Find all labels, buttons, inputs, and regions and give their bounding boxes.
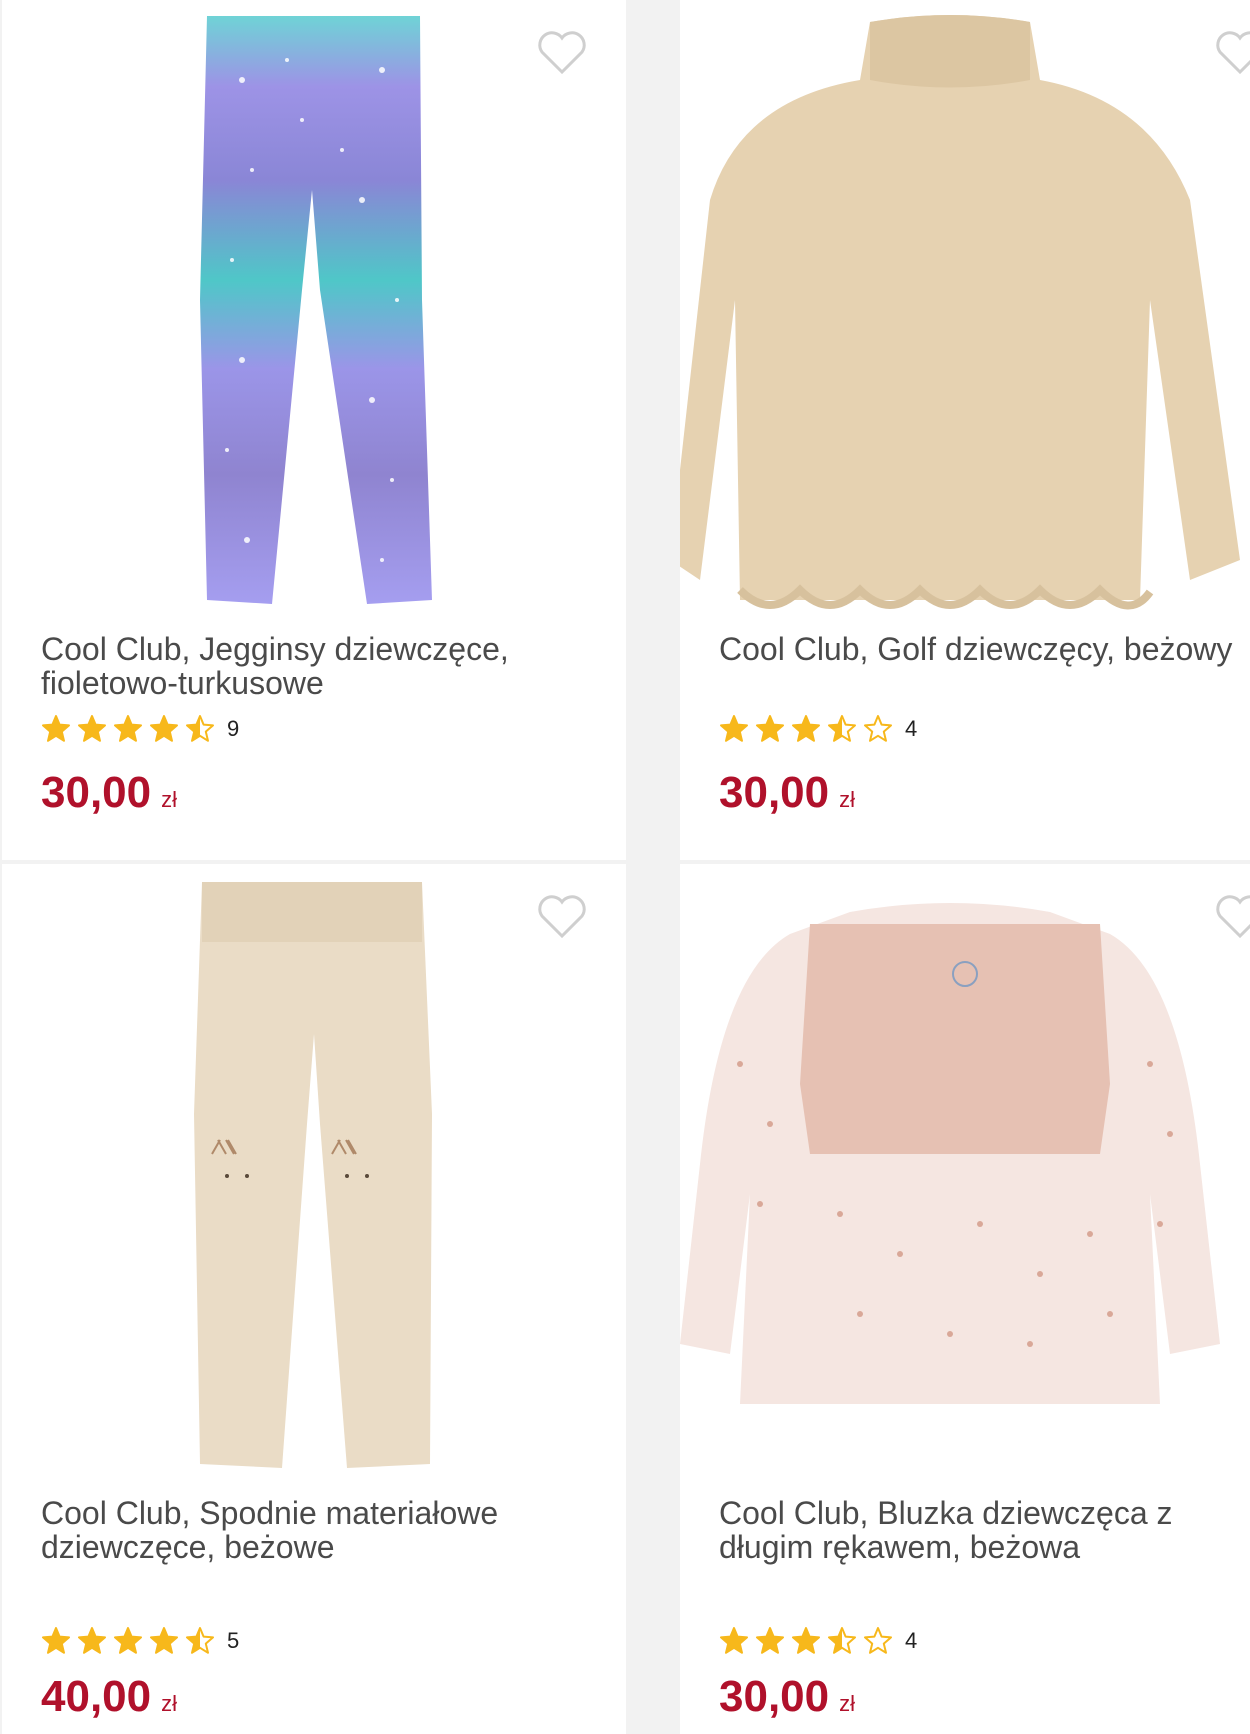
product-title[interactable]: Cool Club, Spodnie materiałowe dziewczęc… — [41, 1496, 581, 1564]
price: 30,00 zł — [719, 768, 855, 818]
review-count: 4 — [905, 716, 918, 741]
star-full-icon — [792, 1627, 820, 1654]
price-currency: zł — [161, 1691, 177, 1716]
price: 30,00 zł — [719, 1672, 855, 1722]
star-full-icon — [720, 715, 748, 742]
product-title[interactable]: Cool Club, Bluzka dziewczęca z długim rę… — [719, 1496, 1250, 1564]
price: 40,00 zł — [41, 1672, 177, 1722]
star-full-icon — [150, 715, 178, 742]
star-rating — [719, 714, 899, 744]
price-amount: 30,00 — [719, 1672, 830, 1721]
favorite-heart-icon[interactable] — [536, 894, 588, 940]
star-full-icon — [42, 1627, 70, 1654]
price-amount: 40,00 — [41, 1672, 152, 1721]
star-full-icon — [78, 1627, 106, 1654]
price-amount: 30,00 — [719, 768, 830, 817]
rating-stars: 9 — [41, 712, 239, 746]
product-image[interactable] — [2, 864, 626, 1484]
rating-stars: 4 — [719, 712, 917, 746]
star-rating — [719, 1626, 899, 1656]
price: 30,00 zł — [41, 768, 177, 818]
favorite-heart-icon[interactable] — [536, 30, 588, 76]
star-half-icon — [186, 715, 214, 742]
star-empty-icon — [864, 1627, 892, 1654]
price-currency: zł — [839, 787, 855, 812]
star-half-icon — [828, 715, 856, 742]
rating-stars: 4 — [719, 1624, 917, 1658]
star-full-icon — [42, 715, 70, 742]
product-card[interactable]: Cool Club, Spodnie materiałowe dziewczęc… — [2, 864, 626, 1734]
star-rating — [41, 714, 221, 744]
product-title[interactable]: Cool Club, Jegginsy dziewczęce, fioletow… — [41, 632, 581, 700]
favorite-heart-icon[interactable] — [1214, 894, 1250, 940]
product-title[interactable]: Cool Club, Golf dziewczęcy, beżowy — [719, 632, 1250, 666]
review-count: 5 — [227, 1628, 240, 1653]
price-currency: zł — [161, 787, 177, 812]
review-count: 9 — [227, 716, 240, 741]
star-rating — [41, 1626, 221, 1656]
star-full-icon — [720, 1627, 748, 1654]
price-amount: 30,00 — [41, 768, 152, 817]
star-full-icon — [756, 1627, 784, 1654]
star-empty-icon — [864, 715, 892, 742]
star-full-icon — [792, 715, 820, 742]
star-full-icon — [114, 715, 142, 742]
product-grid: Cool Club, Jegginsy dziewczęce, fioletow… — [0, 0, 1250, 1734]
star-half-icon — [186, 1627, 214, 1654]
star-full-icon — [756, 715, 784, 742]
favorite-heart-icon[interactable] — [1214, 30, 1250, 76]
product-card[interactable]: Cool Club, Jegginsy dziewczęce, fioletow… — [2, 0, 626, 860]
rating-stars: 5 — [41, 1624, 239, 1658]
star-full-icon — [78, 715, 106, 742]
price-currency: zł — [839, 1691, 855, 1716]
star-full-icon — [150, 1627, 178, 1654]
product-card[interactable]: Cool Club, Bluzka dziewczęca z długim rę… — [680, 864, 1250, 1734]
product-image[interactable] — [680, 0, 1250, 620]
star-half-icon — [828, 1627, 856, 1654]
product-image[interactable] — [2, 0, 626, 620]
product-card[interactable]: Cool Club, Golf dziewczęcy, beżowy 4 30,… — [680, 0, 1250, 860]
review-count: 4 — [905, 1628, 918, 1653]
product-image[interactable] — [680, 864, 1250, 1484]
star-full-icon — [114, 1627, 142, 1654]
